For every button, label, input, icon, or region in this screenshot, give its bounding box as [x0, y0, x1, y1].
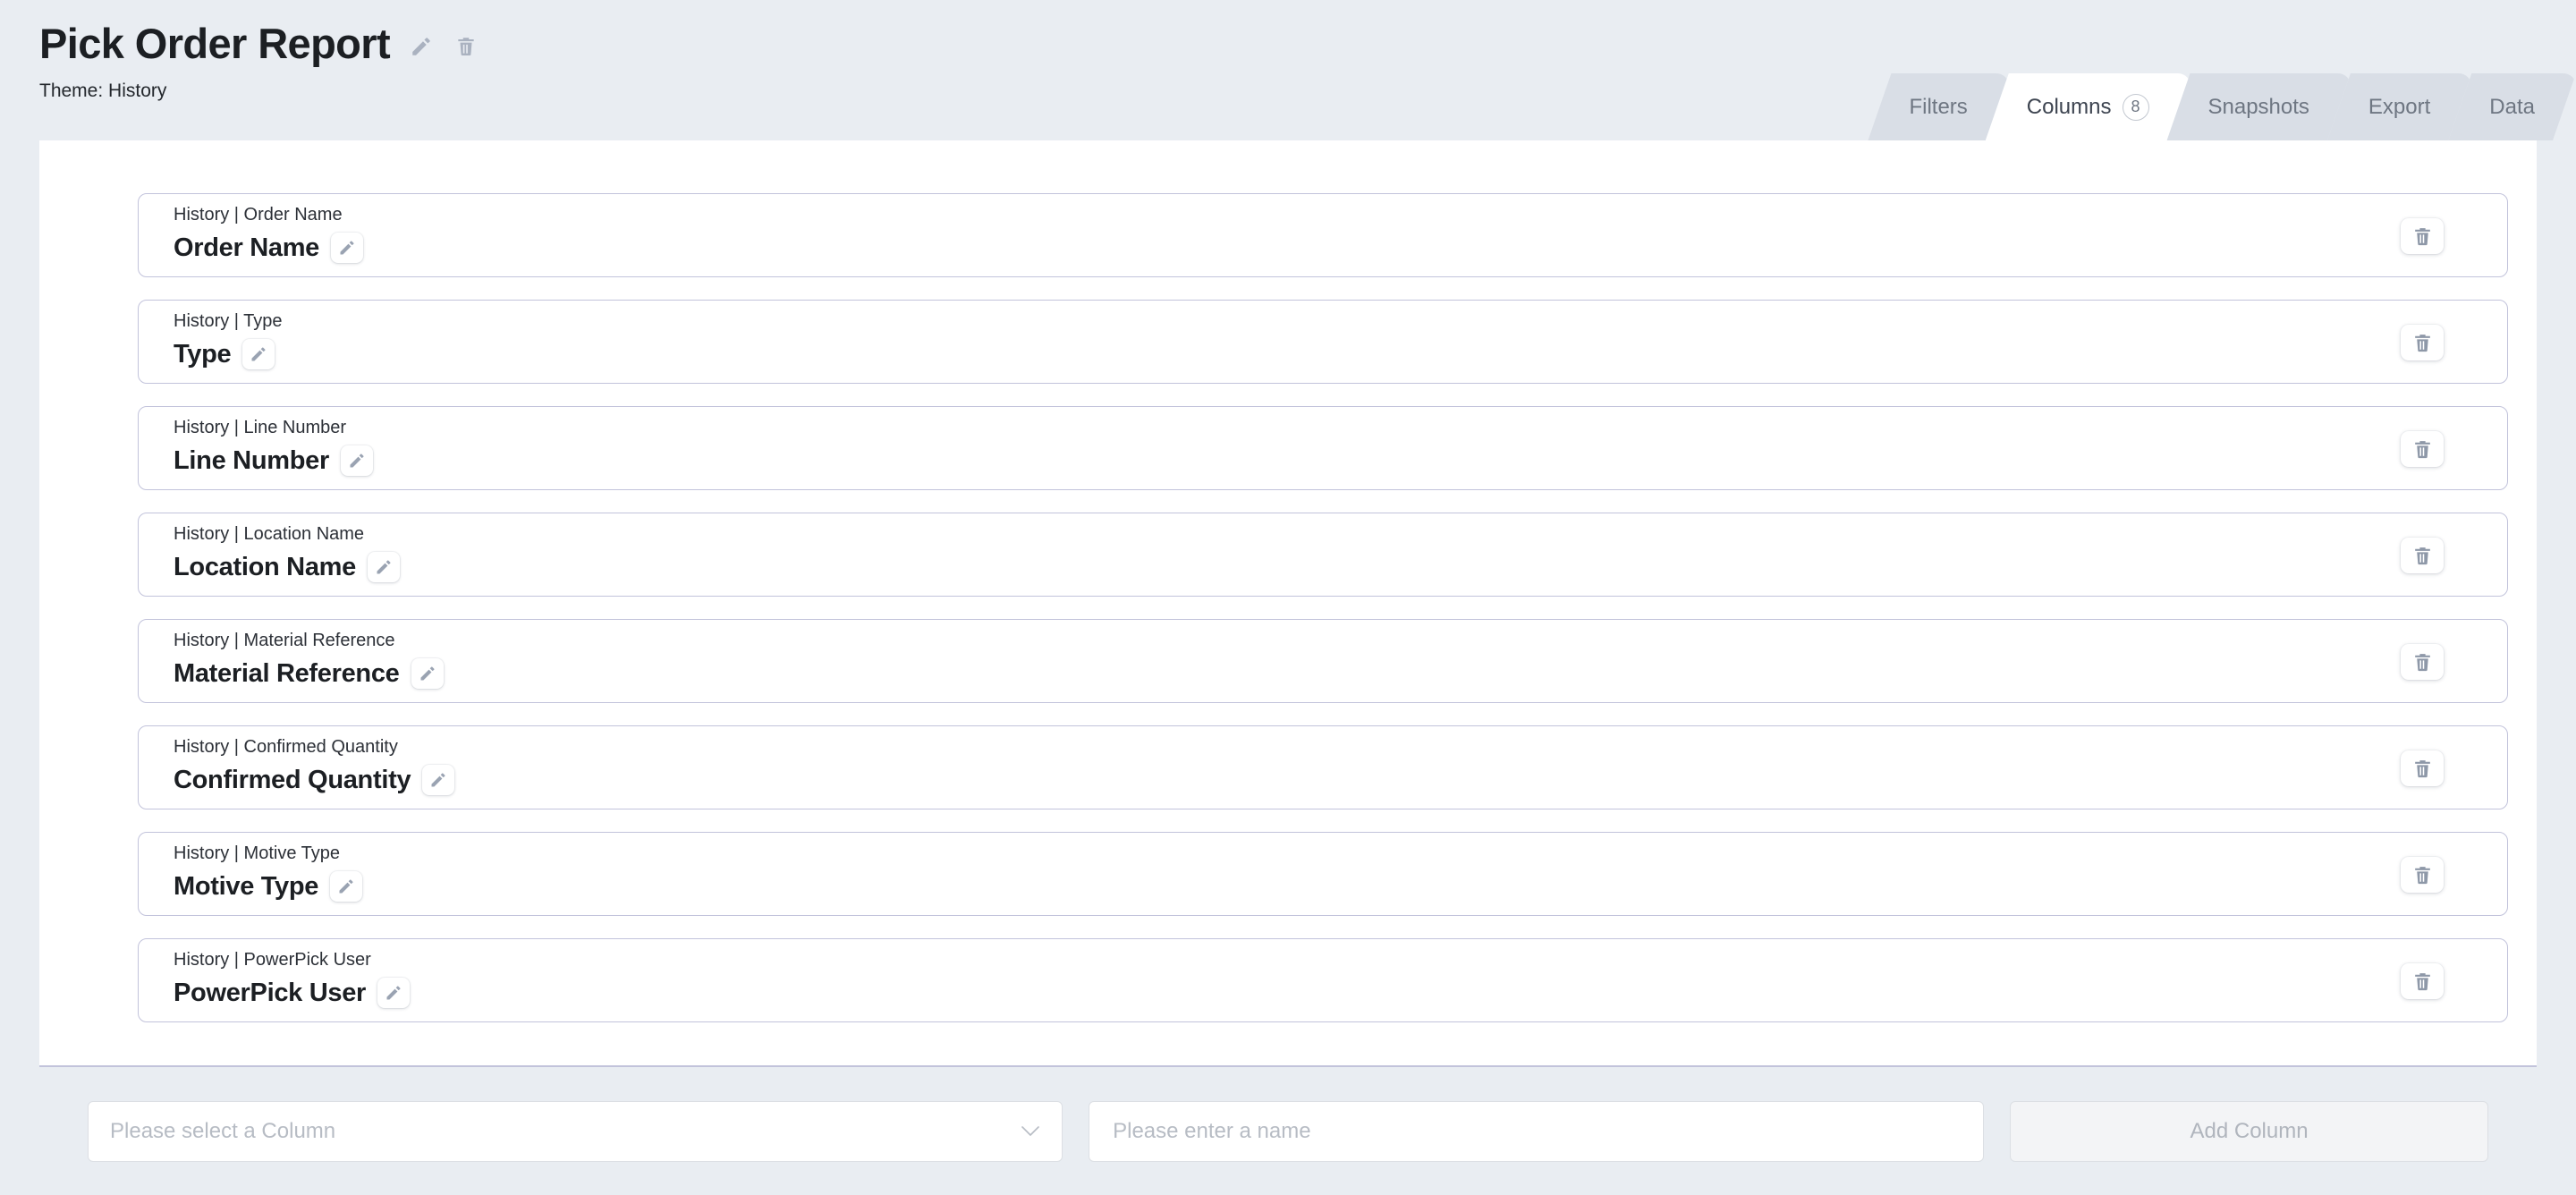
columns-panel: History | Order Name Order Name History | …	[39, 140, 2537, 1195]
pencil-icon[interactable]	[340, 445, 373, 476]
column-name-field[interactable]	[1089, 1100, 1985, 1162]
add-column-button[interactable]: Add Column	[2010, 1100, 2488, 1162]
tab-snapshots-label: Snapshots	[2207, 94, 2309, 119]
column-card: History | Confirmed Quantity Confirmed Qu…	[138, 725, 2508, 809]
column-display-name: Material Reference	[174, 658, 400, 688]
column-card: History | Type Type	[138, 300, 2508, 384]
column-source-label: History | Confirmed Quantity	[174, 737, 398, 757]
column-main: Location Name	[174, 552, 400, 582]
trash-icon[interactable]	[2401, 963, 2444, 999]
tab-columns-label-wrap: Columns 8	[2026, 93, 2149, 121]
column-main: Order Name	[174, 233, 364, 263]
pencil-icon[interactable]	[330, 871, 363, 902]
column-select-placeholder: Please select a Column	[110, 1118, 336, 1143]
tab-data-label: Data	[2489, 94, 2535, 119]
tab-columns-badge: 8	[2122, 93, 2149, 121]
column-select[interactable]: Please select a Column	[88, 1100, 1063, 1162]
table-row: History | Type Type	[39, 300, 2537, 384]
column-source-label: History | Motive Type	[174, 843, 340, 863]
table-row: History | Material Reference Material Ref…	[39, 619, 2537, 703]
column-main: Type	[174, 339, 275, 369]
table-row: History | PowerPick User PowerPick User	[39, 938, 2537, 1022]
pencil-icon[interactable]	[411, 658, 444, 689]
column-name-input[interactable]	[1111, 1117, 1962, 1145]
column-main: PowerPick User	[174, 978, 411, 1008]
chevron-down-icon	[1021, 1125, 1040, 1138]
pencil-icon[interactable]	[408, 33, 435, 60]
column-display-name: Type	[174, 339, 232, 369]
tab-export-label: Export	[2368, 94, 2431, 119]
column-source-label: History | Line Number	[174, 418, 347, 437]
trash-icon[interactable]	[2401, 325, 2444, 360]
pencil-icon[interactable]	[422, 765, 455, 795]
trash-icon[interactable]	[2401, 857, 2444, 893]
column-display-name: Line Number	[174, 445, 329, 475]
column-source-label: History | Material Reference	[174, 631, 395, 650]
table-row: History | Line Number Line Number	[39, 406, 2537, 490]
tab-snapshots[interactable]: Snapshots	[2167, 73, 2351, 140]
column-card: History | Order Name Order Name	[138, 193, 2508, 277]
column-main: Motive Type	[174, 871, 363, 902]
tab-filters-label: Filters	[1909, 94, 1968, 119]
column-main: Line Number	[174, 445, 373, 476]
trash-icon[interactable]	[2401, 538, 2444, 573]
column-display-name: Confirmed Quantity	[174, 765, 411, 794]
column-display-name: Motive Type	[174, 871, 319, 901]
add-column-form: Please select a Column Add Column	[39, 1067, 2537, 1195]
columns-list: History | Order Name Order Name History | …	[39, 140, 2537, 1022]
trash-icon[interactable]	[2401, 218, 2444, 254]
table-row: History | Confirmed Quantity Confirmed Qu…	[39, 725, 2537, 809]
add-column-footer: Please select a Column Add Column	[39, 1065, 2537, 1195]
table-row: History | Location Name Location Name	[39, 513, 2537, 597]
pencil-icon[interactable]	[377, 978, 411, 1008]
trash-icon[interactable]	[2401, 644, 2444, 680]
column-main: Confirmed Quantity	[174, 765, 455, 795]
table-row: History | Order Name Order Name	[39, 193, 2537, 277]
column-source-label: History | Order Name	[174, 205, 343, 225]
column-display-name: Order Name	[174, 233, 320, 262]
page-title: Pick Order Report	[39, 20, 391, 67]
column-source-label: History | Location Name	[174, 524, 365, 544]
pencil-icon[interactable]	[331, 233, 364, 263]
column-card: History | Location Name Location Name	[138, 513, 2508, 597]
pencil-icon[interactable]	[367, 552, 400, 582]
column-card: History | PowerPick User PowerPick User	[138, 938, 2508, 1022]
page-header: Pick Order Report Theme: History Filters…	[0, 0, 2576, 140]
column-card: History | Motive Type Motive Type	[138, 832, 2508, 916]
column-display-name: PowerPick User	[174, 978, 367, 1007]
column-source-label: History | PowerPick User	[174, 950, 371, 970]
pencil-icon[interactable]	[242, 339, 275, 369]
column-source-label: History | Type	[174, 311, 283, 331]
column-display-name: Location Name	[174, 552, 356, 581]
trash-icon[interactable]	[2401, 431, 2444, 467]
tab-bar: Filters Columns 8 Snapshots Export Data	[1891, 73, 2576, 140]
trash-icon[interactable]	[453, 33, 479, 60]
column-card: History | Line Number Line Number	[138, 406, 2508, 490]
table-row: History | Motive Type Motive Type	[39, 832, 2537, 916]
trash-icon[interactable]	[2401, 750, 2444, 786]
tab-columns-label: Columns	[2026, 94, 2112, 119]
column-main: Material Reference	[174, 658, 444, 689]
title-row: Pick Order Report	[39, 0, 2576, 65]
tab-columns[interactable]: Columns 8	[1986, 73, 2190, 140]
column-card: History | Material Reference Material Ref…	[138, 619, 2508, 703]
